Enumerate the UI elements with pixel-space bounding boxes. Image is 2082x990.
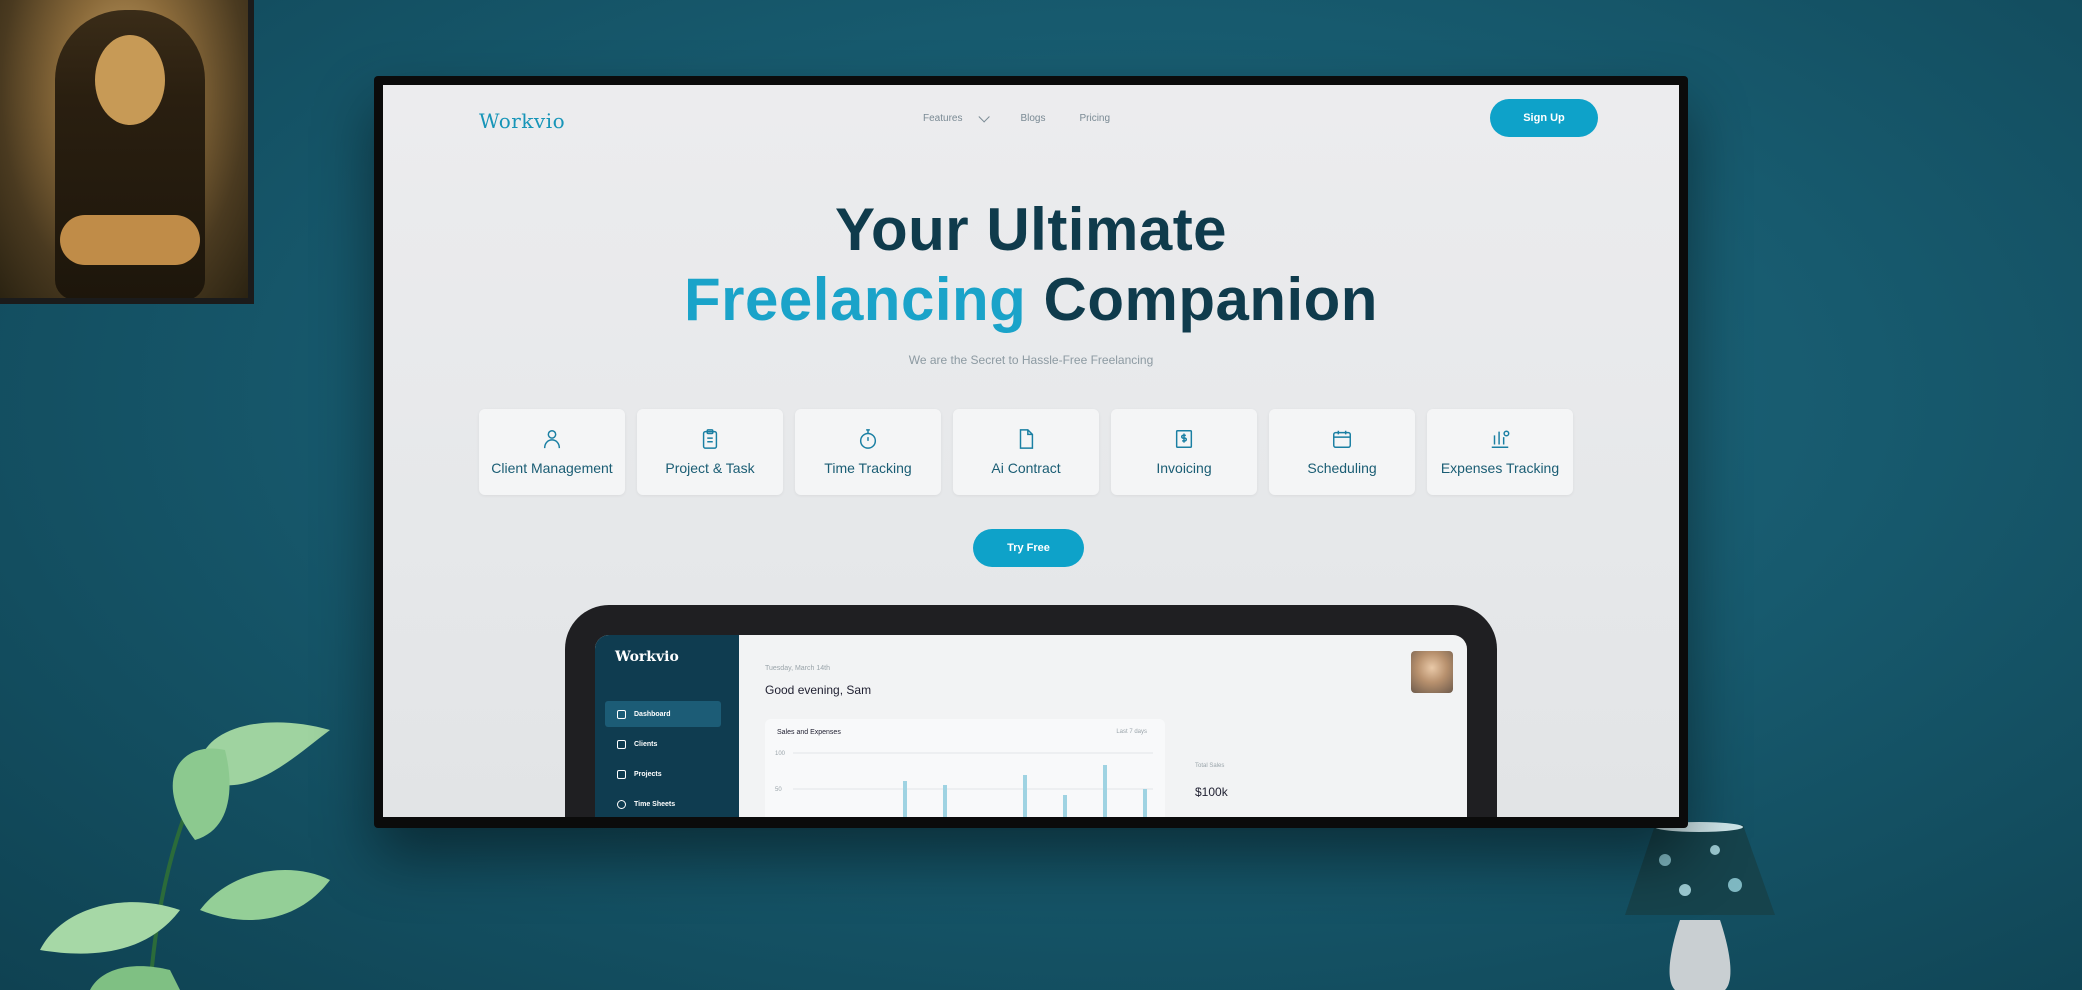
painting-canvas	[0, 0, 248, 298]
feature-label: Invoicing	[1156, 460, 1212, 476]
nav-link-blogs[interactable]: Blogs	[1020, 113, 1045, 124]
mockup-greeting: Good evening, Sam	[765, 683, 872, 697]
mockup-chart-card: Sales and Expenses Last 7 days 100 50	[765, 719, 1165, 817]
clipboard-icon	[702, 429, 718, 449]
mockup-chart-bar	[1023, 775, 1027, 817]
website-screen: Workvio Features Blogs Pricing Sign Up Y…	[383, 85, 1679, 817]
mockup-chart-tick: 100	[775, 751, 786, 757]
feature-time-tracking[interactable]: Time Tracking	[795, 409, 941, 495]
lamp-decoration	[1625, 822, 1775, 990]
feature-label: Project & Task	[665, 460, 755, 476]
mockup-chart-filter: Last 7 days	[1116, 729, 1147, 735]
feature-client-management[interactable]: Client Management	[479, 409, 625, 495]
document-icon	[1019, 429, 1034, 449]
nav-link-pricing[interactable]: Pricing	[1079, 113, 1110, 124]
user-icon	[543, 430, 561, 449]
mockup-chart-bar	[943, 785, 947, 817]
painting-face	[95, 35, 165, 125]
dashboard-mockup: Workvio Dashboard Clients Projects Time …	[565, 605, 1497, 817]
mockup-chart-bar	[1143, 789, 1147, 817]
hero-title-accent: Freelancing	[684, 266, 1027, 333]
mockup-nav-label: Clients	[634, 740, 658, 748]
mockup-nav-label: Time Sheets	[634, 800, 676, 808]
brand-logo[interactable]: Workvio	[479, 109, 565, 133]
mockup-chart-bar	[903, 781, 907, 817]
sign-up-button[interactable]: Sign Up	[1490, 99, 1598, 137]
nav-links: Features Blogs Pricing	[923, 110, 1110, 124]
hero-subtitle: We are the Secret to Hassle-Free Freelan…	[908, 353, 1154, 367]
mockup-screen: Workvio Dashboard Clients Projects Time …	[595, 635, 1467, 817]
calendar-icon	[1333, 430, 1351, 448]
nav-link-label: Blogs	[1020, 113, 1046, 124]
feature-label: Scheduling	[1307, 460, 1377, 476]
mockup-logo: Workvio	[615, 649, 679, 665]
top-navigation: Workvio Features Blogs Pricing Sign Up	[383, 85, 1679, 165]
plant-decoration	[40, 722, 330, 990]
hero-title-line1: Your Ultimate	[834, 196, 1228, 263]
expenses-icon	[1491, 430, 1510, 448]
tv-frame: Workvio Features Blogs Pricing Sign Up Y…	[374, 76, 1688, 828]
mockup-nav-label: Dashboard	[634, 710, 671, 718]
feature-scheduling[interactable]: Scheduling	[1269, 409, 1415, 495]
hero-title-line2: Freelancing Companion	[383, 265, 1679, 335]
wall-painting	[0, 0, 254, 304]
mockup-chart-bar	[1103, 765, 1107, 817]
hero-title-rest: Companion	[1043, 266, 1378, 333]
mockup-stat-value: $100k	[1195, 785, 1228, 799]
chevron-down-icon	[978, 110, 991, 123]
feature-expenses-tracking[interactable]: Expenses Tracking	[1427, 409, 1573, 495]
feature-label: Client Management	[491, 460, 613, 476]
folder-icon	[617, 769, 626, 779]
feature-label: Time Tracking	[824, 460, 912, 476]
mockup-stat-label: Total Sales	[1195, 763, 1225, 769]
avatar	[1411, 651, 1453, 693]
feature-label: Expenses Tracking	[1440, 460, 1560, 476]
mockup-nav-clients: Clients	[605, 731, 721, 757]
feature-project-task[interactable]: Project & Task	[637, 409, 783, 495]
painting-hands	[60, 215, 200, 265]
mockup-chart-title: Sales and Expenses	[777, 729, 841, 736]
mockup-chart: 100 50	[775, 751, 1153, 817]
nav-link-label: Pricing	[1079, 113, 1111, 124]
feature-ai-contract[interactable]: Ai Contract	[953, 409, 1099, 495]
nav-link-label: Features	[923, 113, 963, 124]
mockup-nav-dashboard: Dashboard	[605, 701, 721, 727]
try-free-button[interactable]: Try Free	[973, 529, 1084, 567]
mockup-nav-time-sheets: Time Sheets	[605, 791, 721, 817]
mockup-chart-bar	[1063, 795, 1067, 817]
feature-label: Ai Contract	[991, 460, 1061, 476]
mockup-nav-projects: Projects	[605, 761, 721, 787]
feature-invoicing[interactable]: Invoicing	[1111, 409, 1257, 495]
mockup-sidebar: Workvio Dashboard Clients Projects Time …	[595, 635, 739, 817]
grid-icon	[617, 709, 626, 719]
nav-link-features[interactable]: Features	[923, 110, 991, 124]
stopwatch-icon	[859, 429, 877, 449]
mockup-nav-label: Projects	[634, 770, 662, 778]
clock-icon	[617, 799, 626, 809]
mockup-date: Tuesday, March 14th	[765, 665, 830, 672]
mockup-nav: Dashboard Clients Projects Time Sheets	[605, 701, 721, 817]
users-icon	[617, 739, 626, 749]
mockup-chart-tick: 50	[775, 787, 782, 793]
hero-title: Your Ultimate Freelancing Companion	[383, 195, 1679, 335]
feature-list: Client Management Project & Task Time Tr…	[479, 409, 1573, 495]
invoice-icon	[1175, 430, 1193, 448]
